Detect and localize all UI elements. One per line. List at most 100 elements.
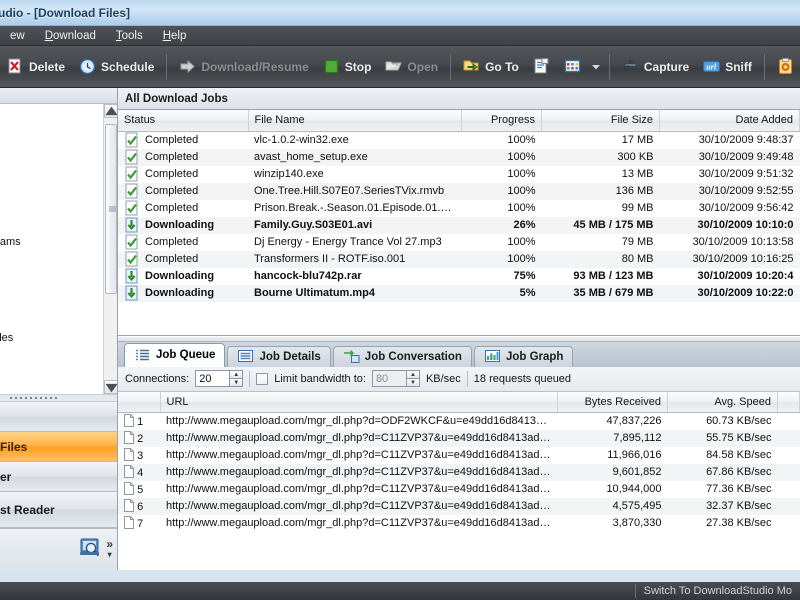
sidebar-tree-item[interactable]: Jobs	[0, 106, 117, 122]
jobs-table: Status File Name Progress File Size Date Add…	[118, 110, 800, 302]
menu-item-help[interactable]: Help	[153, 28, 197, 44]
sidebar-nav-files[interactable]: Files	[0, 432, 117, 462]
job-row[interactable]: Completed winzip140.exe 100% 13 MB 30/10/200…	[118, 166, 800, 183]
job-row[interactable]: Completed avast_home_setup.exe 100% 300 KB 3…	[118, 148, 800, 166]
toolbar-button-open: Open	[378, 51, 445, 83]
limit-bandwidth-checkbox[interactable]	[256, 372, 269, 385]
sidebar-tree-item[interactable]: oading	[0, 154, 117, 170]
job-row[interactable]: Downloading hancock-blu742p.rar 75% 93 MB /…	[118, 268, 800, 285]
sidebar-tree-item[interactable]: s	[0, 218, 117, 234]
sidebar-footer: » ▾	[0, 528, 117, 570]
job-row[interactable]: Downloading Bourne Ultimatum.mp4 5% 35 MB /…	[118, 284, 800, 302]
toolbar-view-dropdown-arrow-icon[interactable]	[588, 51, 604, 83]
sidebar-tree-item[interactable]: Files	[0, 298, 117, 314]
toolbar-button-clipboard-monitor[interactable]	[770, 51, 800, 83]
sidebar-nav-item-0[interactable]	[0, 402, 117, 432]
scroll-down-arrow-icon[interactable]	[104, 380, 117, 394]
preview-search-icon[interactable]	[80, 538, 102, 561]
job-row[interactable]: Completed One.Tree.Hill.S07E07.SeriesTVix…	[118, 182, 800, 200]
queue-table-header[interactable]: URL Bytes Received Avg. Speed	[118, 391, 800, 413]
job-progress: 100%	[507, 202, 536, 214]
sidebar-tree-item[interactable]: eted	[0, 170, 117, 186]
sidebar-tree-item[interactable]: Files	[0, 282, 117, 298]
sidebar-tree-item[interactable]: book	[0, 362, 117, 378]
sidebar-tree-item[interactable]: Site Files	[0, 314, 117, 330]
toolbar-button-label: Delete	[29, 59, 66, 74]
sidebar-tree-item[interactable]: Files	[0, 346, 117, 362]
bandwidth-decrement-icon[interactable]: ▼	[405, 378, 420, 387]
sidebar-tree-item[interactable]: Files	[0, 266, 117, 282]
scroll-up-arrow-icon[interactable]	[104, 104, 117, 118]
job-row[interactable]: Completed vlc-1.0.2-win32.exe 100% 17 MB 30/…	[118, 131, 800, 149]
jobs-column-header[interactable]: File Size	[541, 110, 660, 132]
queue-row[interactable]: 3 http://www.megaupload.com/mgr_dl.php?d=…	[118, 447, 800, 464]
job-row[interactable]: Downloading Family.Guy.S03E01.avi 26% 45 MB…	[118, 216, 800, 234]
queue-column-header[interactable]	[777, 391, 800, 413]
toolbar-button-sniff[interactable]: url Sniff	[696, 51, 759, 83]
bandwidth-stepper[interactable]: ▲ ▼	[371, 370, 420, 387]
job-file-size: 136 MB	[541, 182, 660, 200]
tab-job-conversation[interactable]: Job Conversation	[332, 345, 472, 367]
connections-decrement-icon[interactable]: ▼	[229, 378, 244, 387]
toolbar-button-label: Schedule	[101, 59, 155, 74]
toolbar-button-view-grid[interactable]	[557, 51, 588, 83]
connections-stepper[interactable]: ▲ ▼	[195, 370, 244, 387]
sidebar-tree-item[interactable]: ressed Files	[0, 330, 117, 346]
tab-job-details[interactable]: Job Details	[227, 345, 331, 367]
jobs-column-header[interactable]: Date Added	[659, 110, 800, 132]
menu-item-ew[interactable]: ew	[0, 28, 35, 44]
jobs-column-header[interactable]: Status	[118, 110, 249, 132]
queue-row[interactable]: 2 http://www.megaupload.com/mgr_dl.php?d=…	[118, 429, 800, 447]
sidebar-scrollbar[interactable]	[103, 104, 117, 394]
sidebar-tree-item[interactable]: Files	[0, 250, 117, 266]
toolbar-button-capture[interactable]: Capture	[615, 51, 696, 83]
url-sniff-icon: url	[703, 58, 721, 75]
toolbar-button-stop[interactable]: Stop	[316, 51, 379, 83]
queue-row[interactable]: 1 http://www.megaupload.com/mgr_dl.php?d=…	[118, 413, 800, 430]
toolbar-button-go-to[interactable]: Go To	[456, 51, 526, 83]
queue-column-header[interactable]: URL	[160, 391, 558, 413]
jobs-table-header[interactable]: Status File Name Progress File Size Date Add…	[118, 110, 800, 132]
queue-column-header[interactable]: Avg. Speed	[667, 391, 778, 413]
jobs-column-header[interactable]: Progress	[461, 110, 542, 132]
queue-column-header[interactable]	[118, 391, 161, 413]
sidebar-splitter-handle[interactable]	[0, 394, 117, 402]
tab-job-graph[interactable]: Job Graph	[473, 345, 574, 367]
sidebar-tree-item[interactable]: ng	[0, 138, 117, 154]
job-status-label: Downloading	[145, 270, 215, 282]
window-title: udio - [Download Files]	[0, 5, 130, 20]
queue-row[interactable]: 5 http://www.megaupload.com/mgr_dl.php?d=…	[118, 481, 800, 498]
queue-row[interactable]: 6 http://www.megaupload.com/mgr_dl.php?d=…	[118, 497, 800, 515]
job-row[interactable]: Completed Transformers II - ROTF.iso.001 1…	[118, 250, 800, 268]
tab-job-queue[interactable]: Job Queue	[124, 342, 226, 367]
job-status-cell: Completed	[118, 182, 248, 200]
connections-input[interactable]	[195, 370, 230, 387]
divider	[466, 370, 468, 387]
expand-chevron-icon[interactable]: » ▾	[106, 538, 113, 559]
toolbar-button-schedule[interactable]: Schedule	[72, 51, 161, 83]
bandwidth-increment-icon[interactable]: ▲	[405, 370, 420, 378]
sidebar-tree-item[interactable]: uled	[0, 202, 117, 218]
capture-icon	[622, 58, 639, 75]
job-row[interactable]: Completed Dj Energy - Energy Trance Vol 2…	[118, 234, 800, 251]
menu-item-download[interactable]: Download	[35, 28, 106, 44]
job-status-label: Completed	[145, 151, 199, 163]
bandwidth-input[interactable]	[371, 370, 406, 387]
scrollbar-thumb[interactable]	[105, 124, 117, 294]
job-status-label: Downloading	[145, 287, 215, 299]
queue-row[interactable]: 4 http://www.megaupload.com/mgr_dl.php?d=…	[118, 463, 800, 481]
sidebar-nav-st-reader[interactable]: st Reader	[0, 492, 117, 528]
sidebar-nav-er[interactable]: er	[0, 462, 117, 492]
jobs-column-header[interactable]: File Name	[248, 110, 462, 132]
toolbar-button-delete[interactable]: Delete	[0, 51, 72, 83]
job-row[interactable]: Completed Prison.Break.-.Season.01.Episod…	[118, 200, 800, 217]
sidebar-tree-item[interactable]: are Programs	[0, 234, 117, 250]
menu-item-tools[interactable]: Tools	[106, 28, 153, 44]
queue-row[interactable]: 7 http://www.megaupload.com/mgr_dl.php?d=…	[118, 515, 800, 532]
toolbar-button-properties[interactable]	[526, 51, 557, 83]
queue-column-header[interactable]: Bytes Received	[557, 391, 668, 413]
connections-increment-icon[interactable]: ▲	[229, 370, 244, 378]
sidebar-tree-item[interactable]: History	[0, 378, 117, 394]
page-icon	[124, 448, 134, 462]
downloading-arrow-icon	[124, 217, 141, 234]
